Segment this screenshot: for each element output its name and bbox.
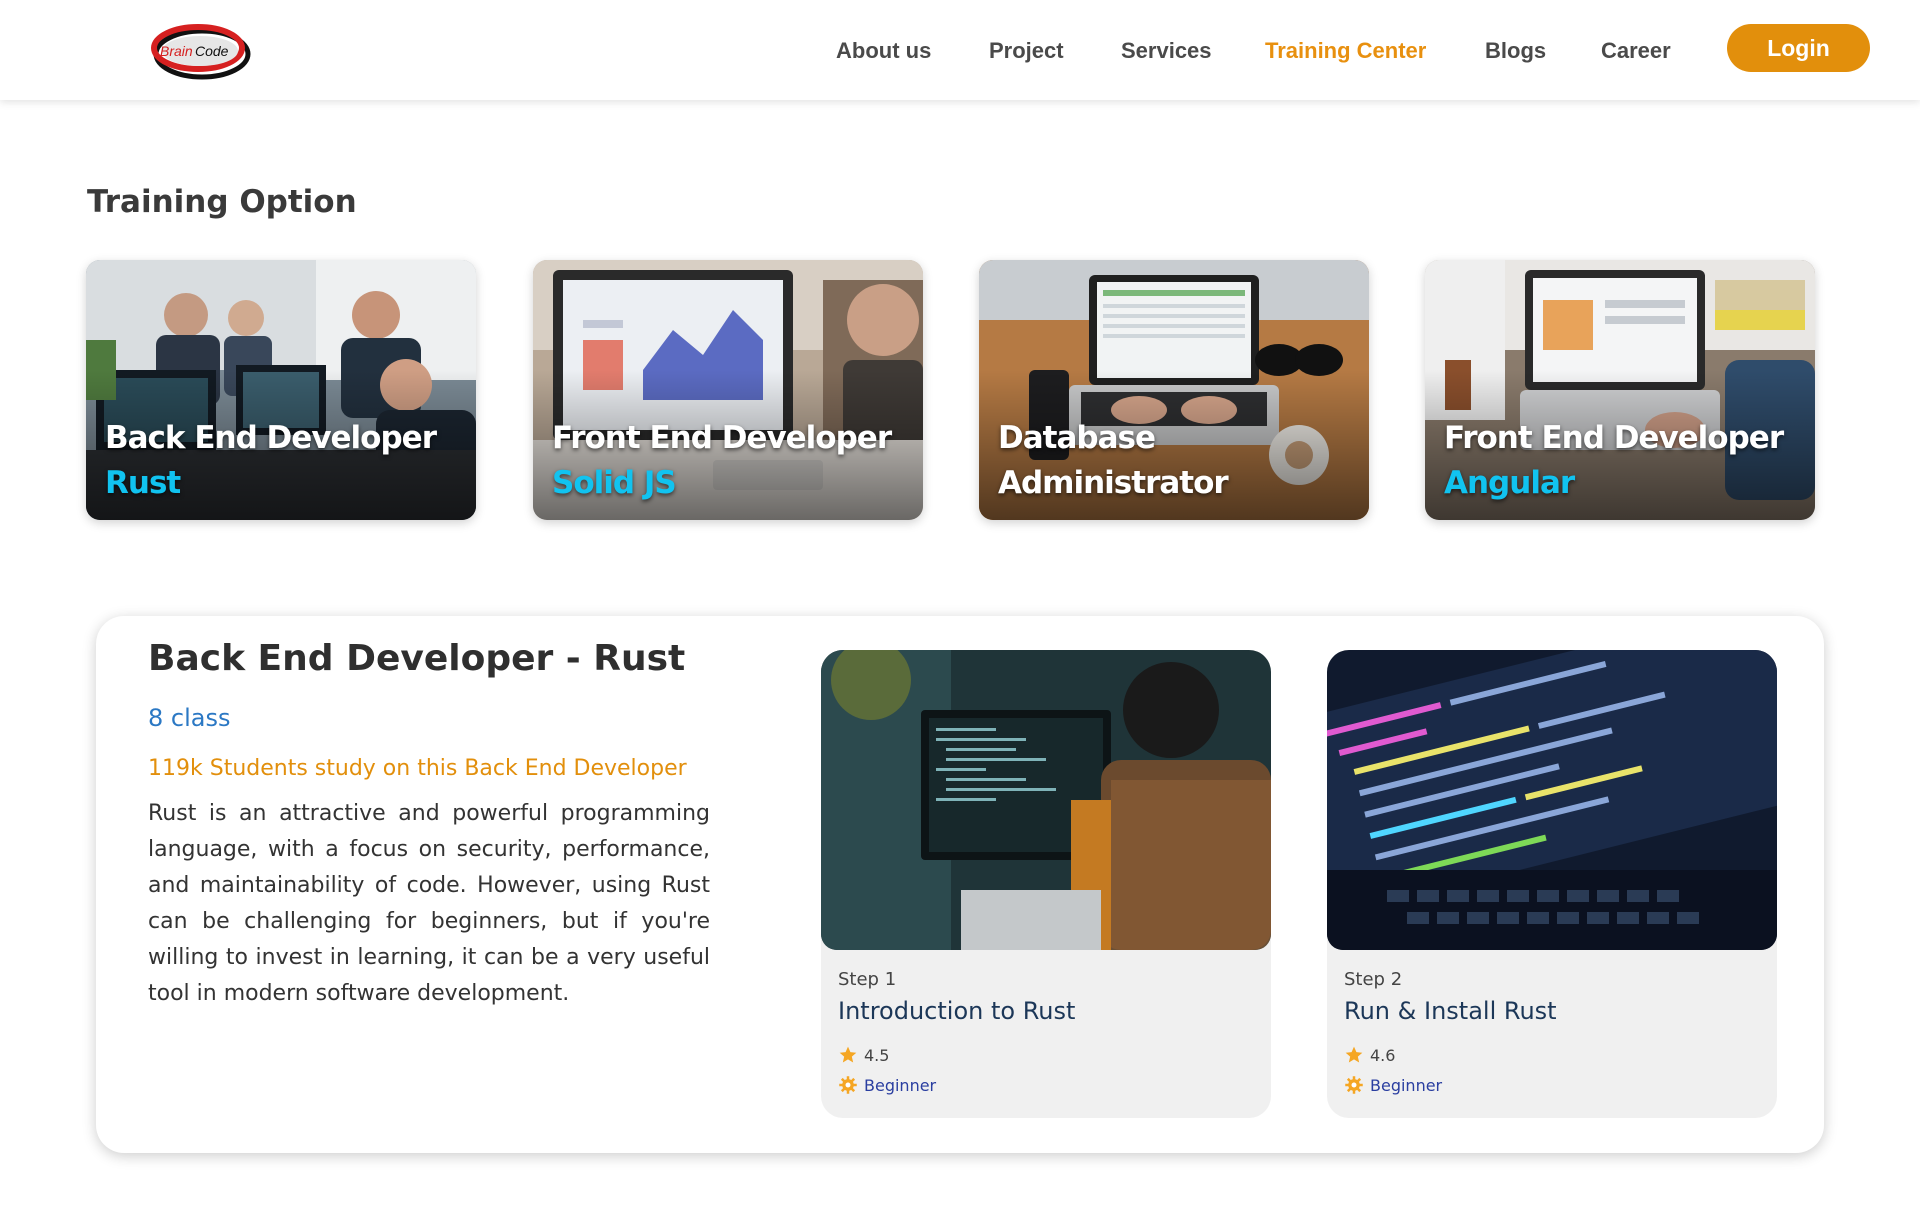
svg-text:Brain: Brain	[160, 43, 193, 59]
step-thumbnail	[821, 650, 1271, 950]
nav-services[interactable]: Services	[1121, 36, 1212, 66]
nav-career[interactable]: Career	[1601, 36, 1671, 66]
option-subtitle: Solid JS	[552, 465, 677, 501]
rating-value: 4.6	[1370, 1045, 1396, 1065]
braincode-logo[interactable]: Brain Code	[150, 18, 256, 84]
level-row: Beginner	[1344, 1074, 1442, 1096]
login-button[interactable]: Login	[1727, 24, 1870, 72]
training-option-database-admin[interactable]: Database Administrator	[979, 260, 1369, 520]
option-subtitle: Administrator	[998, 465, 1229, 501]
star-icon	[1345, 1046, 1363, 1063]
level-row: Beginner	[838, 1074, 936, 1096]
rating-value: 4.5	[864, 1045, 890, 1065]
step-card-2[interactable]: Step 2 Run & Install Rust 4.6 Beginner	[1327, 650, 1777, 1118]
option-title: Back End Developer	[105, 420, 437, 456]
nav-training-center[interactable]: Training Center	[1265, 36, 1426, 66]
option-title: Database	[998, 420, 1156, 456]
nav-project[interactable]: Project	[989, 36, 1064, 66]
rating-row: 4.5	[838, 1044, 889, 1066]
training-option-backend-rust[interactable]: Back End Developer Rust	[86, 260, 476, 520]
course-title: Back End Developer - Rust	[148, 638, 686, 679]
gear-icon	[839, 1076, 857, 1094]
level-value: Beginner	[864, 1075, 937, 1095]
rating-row: 4.6	[1344, 1044, 1395, 1066]
step-card-1[interactable]: Step 1 Introduction to Rust 4.5 Beginner	[821, 650, 1271, 1118]
class-count: 8 class	[148, 704, 231, 732]
nav-about-us[interactable]: About us	[836, 36, 931, 66]
option-subtitle: Rust	[105, 465, 181, 501]
step-label: Step 1	[838, 969, 897, 990]
step-name: Introduction to Rust	[838, 997, 1076, 1025]
course-detail-panel: Back End Developer - Rust 8 class 119k S…	[96, 616, 1824, 1153]
option-subtitle: Angular	[1444, 465, 1575, 501]
navbar: Brain Code About us Project Services Tra…	[0, 0, 1920, 100]
training-option-frontend-angular[interactable]: Front End Developer Angular	[1425, 260, 1815, 520]
section-title: Training Option	[87, 184, 357, 220]
level-value: Beginner	[1370, 1075, 1443, 1095]
option-title: Front End Developer	[552, 420, 892, 456]
option-title: Front End Developer	[1444, 420, 1784, 456]
star-icon	[839, 1046, 857, 1063]
course-description: Rust is an attractive and powerful progr…	[148, 801, 710, 1006]
gear-icon	[1345, 1076, 1363, 1094]
step-label: Step 2	[1344, 969, 1403, 990]
svg-text:Code: Code	[195, 43, 229, 59]
training-option-frontend-solidjs[interactable]: Front End Developer Solid JS	[533, 260, 923, 520]
step-name: Run & Install Rust	[1344, 997, 1557, 1025]
step-thumbnail	[1327, 650, 1777, 950]
student-count: 119k Students study on this Back End Dev…	[148, 756, 687, 781]
nav-blogs[interactable]: Blogs	[1485, 36, 1546, 66]
